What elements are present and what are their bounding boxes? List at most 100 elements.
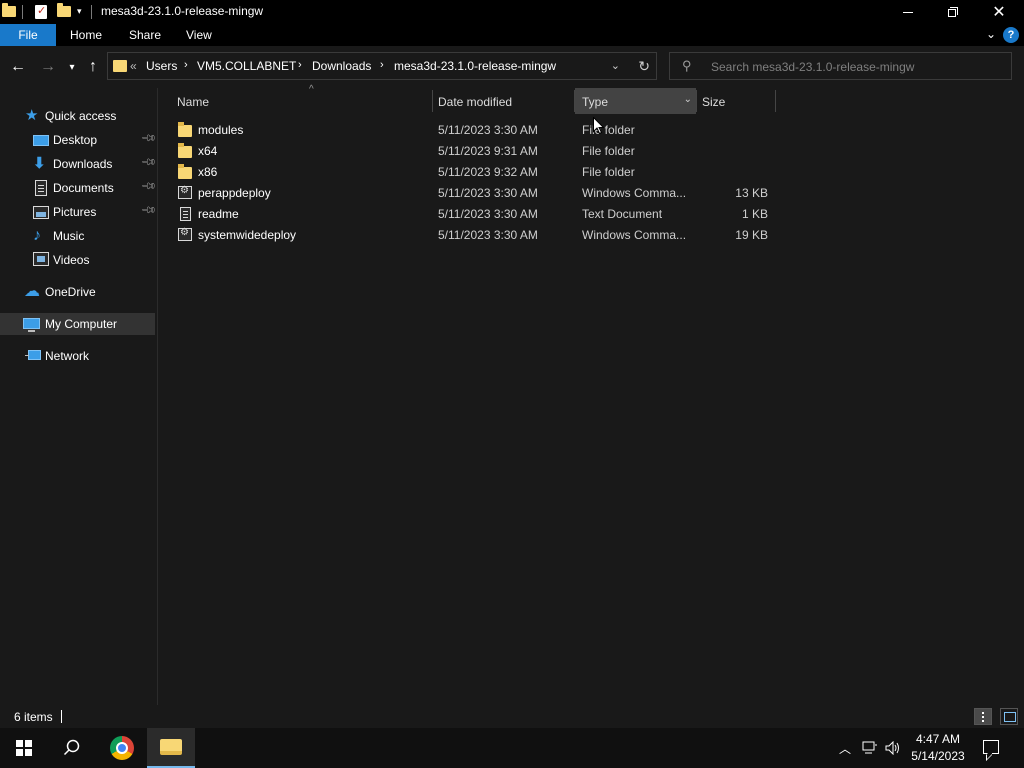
taskbar: ︿ 4:47 AM 5/14/2023 (0, 728, 1024, 768)
chevron-down-icon: ▾ (69, 61, 75, 73)
file-type: Windows Comma... (582, 186, 687, 200)
breadcrumb-downloads[interactable]: Downloads (312, 59, 371, 73)
customize-toolbar-chevron-icon[interactable]: ▾ (77, 6, 82, 22)
notification-center-icon[interactable] (983, 740, 999, 754)
file-date: 5/11/2023 3:30 AM (438, 228, 538, 242)
taskbar-chrome[interactable] (98, 728, 146, 768)
breadcrumb-overflow[interactable]: « (130, 59, 137, 73)
file-row-x86[interactable]: x86 5/11/2023 9:32 AM File folder (174, 162, 774, 183)
breadcrumb-user[interactable]: VM5.COLLABNET (197, 59, 296, 73)
file-row-readme[interactable]: readme 5/11/2023 3:30 AM Text Document 1… (174, 204, 774, 225)
column-header-type[interactable]: Type ⌄ (575, 88, 696, 114)
volume-tray-button[interactable] (885, 728, 901, 768)
chevron-up-icon: ︿ (839, 741, 852, 756)
mouse-cursor-icon (593, 117, 605, 135)
tab-view[interactable]: View (172, 24, 226, 46)
search-icon (63, 739, 80, 756)
download-icon: ⬇ (33, 155, 46, 172)
file-date: 5/11/2023 9:31 AM (438, 144, 538, 158)
nav-item-desktop[interactable]: Desktop 📌︎ (0, 129, 157, 151)
breadcrumb-current-folder[interactable]: mesa3d-23.1.0-release-mingw (394, 59, 556, 73)
nav-item-documents[interactable]: Documents 📌︎ (0, 177, 157, 199)
restore-button[interactable] (930, 0, 976, 24)
nav-item-pictures[interactable]: Pictures 📌︎ (0, 201, 157, 223)
nav-item-label: Music (53, 229, 85, 243)
file-size: 1 KB (741, 207, 768, 221)
nav-item-quick-access[interactable]: ★ Quick access (0, 105, 155, 127)
network-status-icon (862, 741, 877, 754)
clock-date: 5/14/2023 (911, 749, 965, 763)
folder-icon (178, 143, 192, 158)
breadcrumb-chevron-icon[interactable]: › (380, 59, 384, 71)
minimize-button[interactable] (885, 0, 931, 24)
file-row-perappdeploy[interactable]: perappdeploy 5/11/2023 3:30 AM Windows C… (174, 183, 774, 204)
windows-logo-icon (16, 740, 32, 756)
tab-share[interactable]: Share (115, 24, 175, 46)
breadcrumb-chevron-icon[interactable]: › (298, 59, 302, 71)
show-hidden-icons-button[interactable]: ︿ (839, 728, 851, 768)
status-bar: 6 items (0, 705, 1024, 728)
computer-icon (23, 318, 40, 332)
nav-item-label: Pictures (53, 205, 97, 219)
forward-button[interactable]: → (37, 56, 59, 78)
address-history-chevron-icon[interactable]: ⌄ (611, 59, 620, 72)
large-icons-view-button[interactable] (1000, 708, 1018, 725)
column-filter-chevron-icon[interactable]: ⌄ (684, 94, 692, 105)
pin-icon: 📌︎ (139, 130, 157, 147)
folder-icon (178, 122, 192, 137)
column-header-label: Date modified (438, 95, 513, 109)
nav-item-downloads[interactable]: ⬇ Downloads 📌︎ (0, 153, 157, 175)
nav-item-onedrive[interactable]: ☁ OneDrive (0, 281, 155, 303)
column-header-label: Size (702, 95, 726, 109)
taskbar-file-explorer[interactable] (147, 728, 195, 768)
close-icon: ✕ (992, 4, 1006, 21)
file-name: systemwidedeploy (198, 228, 297, 242)
nav-item-label: My Computer (45, 317, 118, 331)
videos-icon (33, 252, 49, 266)
new-folder-icon[interactable] (57, 3, 71, 17)
file-row-x64[interactable]: x64 5/11/2023 9:31 AM File folder (174, 141, 774, 162)
recent-locations-button[interactable]: ▾ (61, 56, 83, 78)
close-button[interactable]: ✕ (976, 0, 1022, 24)
column-divider[interactable] (775, 90, 776, 112)
nav-item-music[interactable]: ♪ Music (0, 225, 155, 247)
nav-item-network[interactable]: Network (0, 345, 155, 367)
network-tray-button[interactable] (862, 728, 878, 768)
expand-ribbon-chevron-icon[interactable]: ⌄ (986, 27, 996, 41)
column-header-size[interactable]: Size (697, 88, 775, 114)
help-icon[interactable]: ? (1003, 27, 1019, 43)
file-date: 5/11/2023 3:30 AM (438, 186, 538, 200)
address-bar[interactable]: « Users › VM5.COLLABNET › Downloads › me… (107, 52, 657, 80)
breadcrumb-users[interactable]: Users (146, 59, 177, 73)
file-type: File folder (582, 165, 635, 179)
start-button[interactable] (0, 728, 48, 768)
clock[interactable]: 4:47 AM 5/14/2023 (905, 731, 971, 765)
search-box[interactable]: ⚲ Search mesa3d-23.1.0-release-mingw (669, 52, 1012, 80)
properties-icon[interactable] (35, 4, 47, 19)
pin-icon: 📌︎ (139, 154, 157, 171)
file-date: 5/11/2023 9:32 AM (438, 165, 538, 179)
back-button[interactable]: ← (7, 56, 29, 78)
search-button[interactable] (48, 728, 96, 768)
details-view-button[interactable] (974, 708, 992, 725)
tab-file[interactable]: File (0, 24, 56, 46)
up-button[interactable]: ↑ (82, 56, 104, 78)
file-type: Text Document (582, 207, 663, 221)
nav-item-my-computer[interactable]: My Computer (0, 313, 155, 335)
nav-item-label: Network (45, 349, 90, 363)
separator (91, 5, 92, 19)
column-header-date-modified[interactable]: Date modified (433, 88, 574, 114)
file-row-systemwidedeploy[interactable]: systemwidedeploy 5/11/2023 3:30 AM Windo… (174, 225, 774, 246)
column-header-name[interactable]: Name ^ (170, 84, 432, 114)
breadcrumb-chevron-icon[interactable]: › (184, 59, 188, 71)
file-size: 19 KB (735, 228, 768, 242)
minimize-icon (903, 11, 913, 13)
nav-item-label: Documents (53, 181, 114, 195)
tab-home[interactable]: Home (56, 24, 116, 46)
window-title: mesa3d-23.1.0-release-mingw (101, 4, 264, 18)
nav-item-videos[interactable]: Videos (0, 249, 155, 271)
folder-icon (113, 60, 127, 72)
refresh-icon[interactable]: ↻ (638, 58, 650, 75)
file-row-modules[interactable]: modules 5/11/2023 3:30 AM File folder (174, 120, 774, 141)
search-placeholder: Search mesa3d-23.1.0-release-mingw (711, 60, 915, 74)
